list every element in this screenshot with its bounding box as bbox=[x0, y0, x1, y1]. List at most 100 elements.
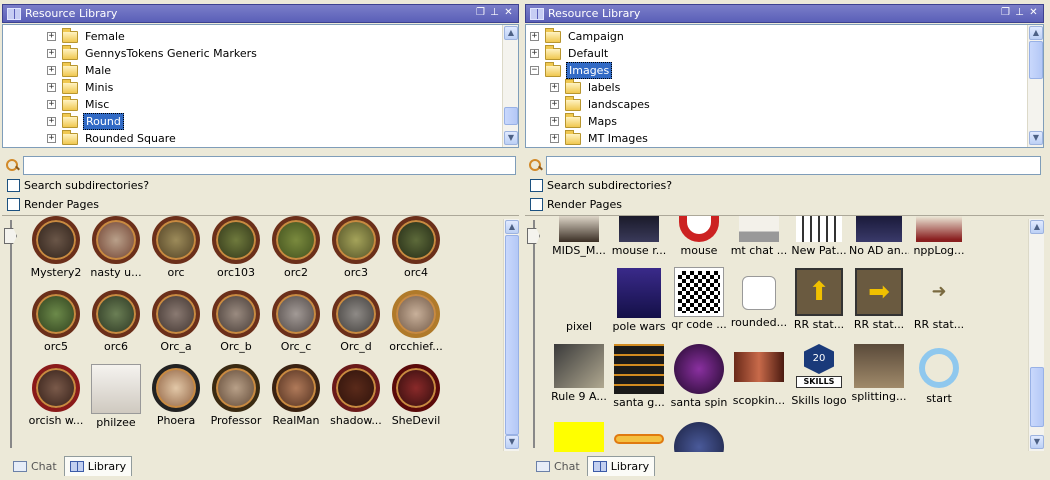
collapse-icon[interactable]: − bbox=[530, 66, 539, 75]
image-thumbnail[interactable]: 20 SKILLS Skills logo bbox=[789, 344, 849, 407]
expand-icon[interactable]: + bbox=[47, 66, 56, 75]
image-thumbnail[interactable]: splitting... bbox=[849, 344, 909, 403]
tree-item[interactable]: + Female bbox=[47, 27, 127, 45]
close-icon[interactable]: ✕ bbox=[1028, 7, 1039, 18]
tree-item-selected[interactable]: + Round bbox=[47, 112, 124, 130]
checkbox-box[interactable] bbox=[530, 198, 543, 211]
search-input[interactable] bbox=[546, 155, 1041, 175]
tab-chat[interactable]: Chat bbox=[8, 456, 62, 476]
expand-icon[interactable]: + bbox=[47, 49, 56, 58]
render-pages-checkbox[interactable]: Render Pages bbox=[7, 196, 99, 213]
tree-item[interactable]: + Rounded Square bbox=[47, 129, 178, 147]
image-thumbnail[interactable]: Professor bbox=[206, 364, 266, 427]
search-subdirectories-checkbox[interactable]: Search subdirectories? bbox=[530, 177, 672, 194]
tree-item[interactable]: + Maps bbox=[550, 112, 619, 130]
scroll-thumb[interactable] bbox=[1029, 41, 1043, 79]
image-thumbnail[interactable]: RealMan bbox=[266, 364, 326, 427]
restore-icon[interactable]: ❐ bbox=[475, 7, 486, 18]
image-thumbnail[interactable]: ⬆ RR stat... bbox=[789, 268, 849, 331]
expand-icon[interactable]: + bbox=[47, 100, 56, 109]
scroll-down-icon[interactable]: ▼ bbox=[505, 435, 519, 449]
render-pages-checkbox[interactable]: Render Pages bbox=[530, 196, 622, 213]
checkbox-box[interactable] bbox=[530, 179, 543, 192]
pin-icon[interactable]: ⊥ bbox=[1014, 7, 1025, 18]
image-thumbnail[interactable]: orc6 bbox=[86, 290, 146, 353]
scroll-thumb[interactable] bbox=[505, 235, 519, 435]
image-thumbnail[interactable] bbox=[669, 422, 729, 452]
expand-icon[interactable]: + bbox=[530, 49, 539, 58]
image-thumbnail[interactable]: nppLog... bbox=[909, 216, 969, 257]
zoom-slider-track[interactable] bbox=[533, 220, 535, 448]
image-thumbnail[interactable]: philzee bbox=[86, 364, 146, 429]
restore-icon[interactable]: ❐ bbox=[1000, 7, 1011, 18]
scroll-up-icon[interactable]: ▲ bbox=[504, 26, 518, 40]
image-thumbnail[interactable]: Mystery2 bbox=[26, 216, 86, 279]
image-thumbnail[interactable]: Rule 9 A... bbox=[549, 344, 609, 403]
checkbox-box[interactable] bbox=[7, 198, 20, 211]
image-thumbnail[interactable]: ➜ RR stat... bbox=[909, 268, 969, 331]
image-scrollbar[interactable]: ▲ ▼ bbox=[1028, 219, 1044, 451]
image-thumbnail[interactable]: orc103 bbox=[206, 216, 266, 279]
zoom-slider-handle[interactable] bbox=[527, 228, 540, 244]
image-thumbnail[interactable]: qr code ... bbox=[669, 267, 729, 331]
tab-library[interactable]: Library bbox=[63, 456, 133, 476]
expand-icon[interactable]: + bbox=[47, 134, 56, 143]
image-scrollbar[interactable]: ▲ ▼ bbox=[503, 219, 519, 451]
tree-item[interactable]: + landscapes bbox=[550, 95, 652, 113]
image-thumbnail[interactable]: Orc_a bbox=[146, 290, 206, 353]
tree-item[interactable]: + Default bbox=[530, 44, 610, 62]
panel-title-bar[interactable]: Resource Library ❐ ⊥ ✕ bbox=[525, 4, 1044, 23]
tree-item[interactable]: + Male bbox=[47, 61, 113, 79]
image-thumbnail[interactable]: No AD an... bbox=[849, 216, 909, 257]
image-thumbnail[interactable]: Orc_b bbox=[206, 290, 266, 353]
scroll-down-icon[interactable]: ▼ bbox=[504, 131, 518, 145]
search-input[interactable] bbox=[23, 155, 516, 175]
image-thumbnail[interactable]: mt chat ... bbox=[729, 216, 789, 257]
image-thumbnail[interactable]: rounded... bbox=[729, 268, 789, 329]
checkbox-box[interactable] bbox=[7, 179, 20, 192]
image-thumbnail[interactable]: pole wars bbox=[609, 268, 669, 333]
pin-icon[interactable]: ⊥ bbox=[489, 7, 500, 18]
expand-icon[interactable]: + bbox=[550, 83, 559, 92]
image-thumbnail[interactable]: SheDevil bbox=[386, 364, 446, 427]
image-thumbnail[interactable]: orc bbox=[146, 216, 206, 279]
image-thumbnail[interactable]: pixel bbox=[549, 268, 609, 333]
scroll-down-icon[interactable]: ▼ bbox=[1030, 435, 1044, 449]
expand-icon[interactable]: + bbox=[47, 117, 56, 126]
tree-item[interactable]: + Misc bbox=[47, 95, 111, 113]
tree-item-selected[interactable]: − Images bbox=[530, 61, 613, 79]
scroll-down-icon[interactable]: ▼ bbox=[1029, 131, 1043, 145]
scroll-thumb[interactable] bbox=[504, 107, 518, 125]
image-thumbnail[interactable]: shadow... bbox=[326, 364, 386, 427]
image-thumbnail[interactable]: mouse bbox=[669, 216, 729, 257]
expand-icon[interactable]: + bbox=[47, 32, 56, 41]
tree-scrollbar[interactable]: ▲ ▼ bbox=[502, 25, 518, 147]
image-thumbnail[interactable]: orc4 bbox=[386, 216, 446, 279]
tree-item[interactable]: + MT Images bbox=[550, 129, 650, 147]
expand-icon[interactable]: + bbox=[550, 117, 559, 126]
expand-icon[interactable]: + bbox=[47, 83, 56, 92]
image-thumbnail[interactable]: orcchief... bbox=[386, 290, 446, 353]
image-thumbnail[interactable]: ➡ RR stat... bbox=[849, 268, 909, 331]
image-thumbnail[interactable]: santa g... bbox=[609, 344, 669, 409]
image-thumbnail[interactable]: orc5 bbox=[26, 290, 86, 353]
tab-chat[interactable]: Chat bbox=[531, 456, 585, 476]
image-thumbnail[interactable]: mouse r... bbox=[609, 216, 669, 257]
zoom-slider-track[interactable] bbox=[10, 220, 12, 448]
image-thumbnail[interactable]: scopkin... bbox=[729, 344, 789, 407]
panel-title-bar[interactable]: Resource Library ❐ ⊥ ✕ bbox=[2, 4, 519, 23]
zoom-slider-handle[interactable] bbox=[4, 228, 17, 244]
tree-scrollbar[interactable]: ▲ ▼ bbox=[1027, 25, 1043, 147]
image-thumbnail[interactable]: santa spin bbox=[669, 344, 729, 409]
expand-icon[interactable]: + bbox=[530, 32, 539, 41]
tree-item[interactable]: + GennysTokens Generic Markers bbox=[47, 44, 259, 62]
image-thumbnail[interactable]: Phoera bbox=[146, 364, 206, 427]
scroll-up-icon[interactable]: ▲ bbox=[1029, 26, 1043, 40]
scroll-up-icon[interactable]: ▲ bbox=[505, 220, 519, 234]
image-thumbnail[interactable]: start bbox=[909, 344, 969, 405]
image-thumbnail[interactable]: orc2 bbox=[266, 216, 326, 279]
scroll-thumb[interactable] bbox=[1030, 367, 1044, 427]
close-icon[interactable]: ✕ bbox=[503, 7, 514, 18]
search-subdirectories-checkbox[interactable]: Search subdirectories? bbox=[7, 177, 149, 194]
image-thumbnail[interactable]: orc3 bbox=[326, 216, 386, 279]
